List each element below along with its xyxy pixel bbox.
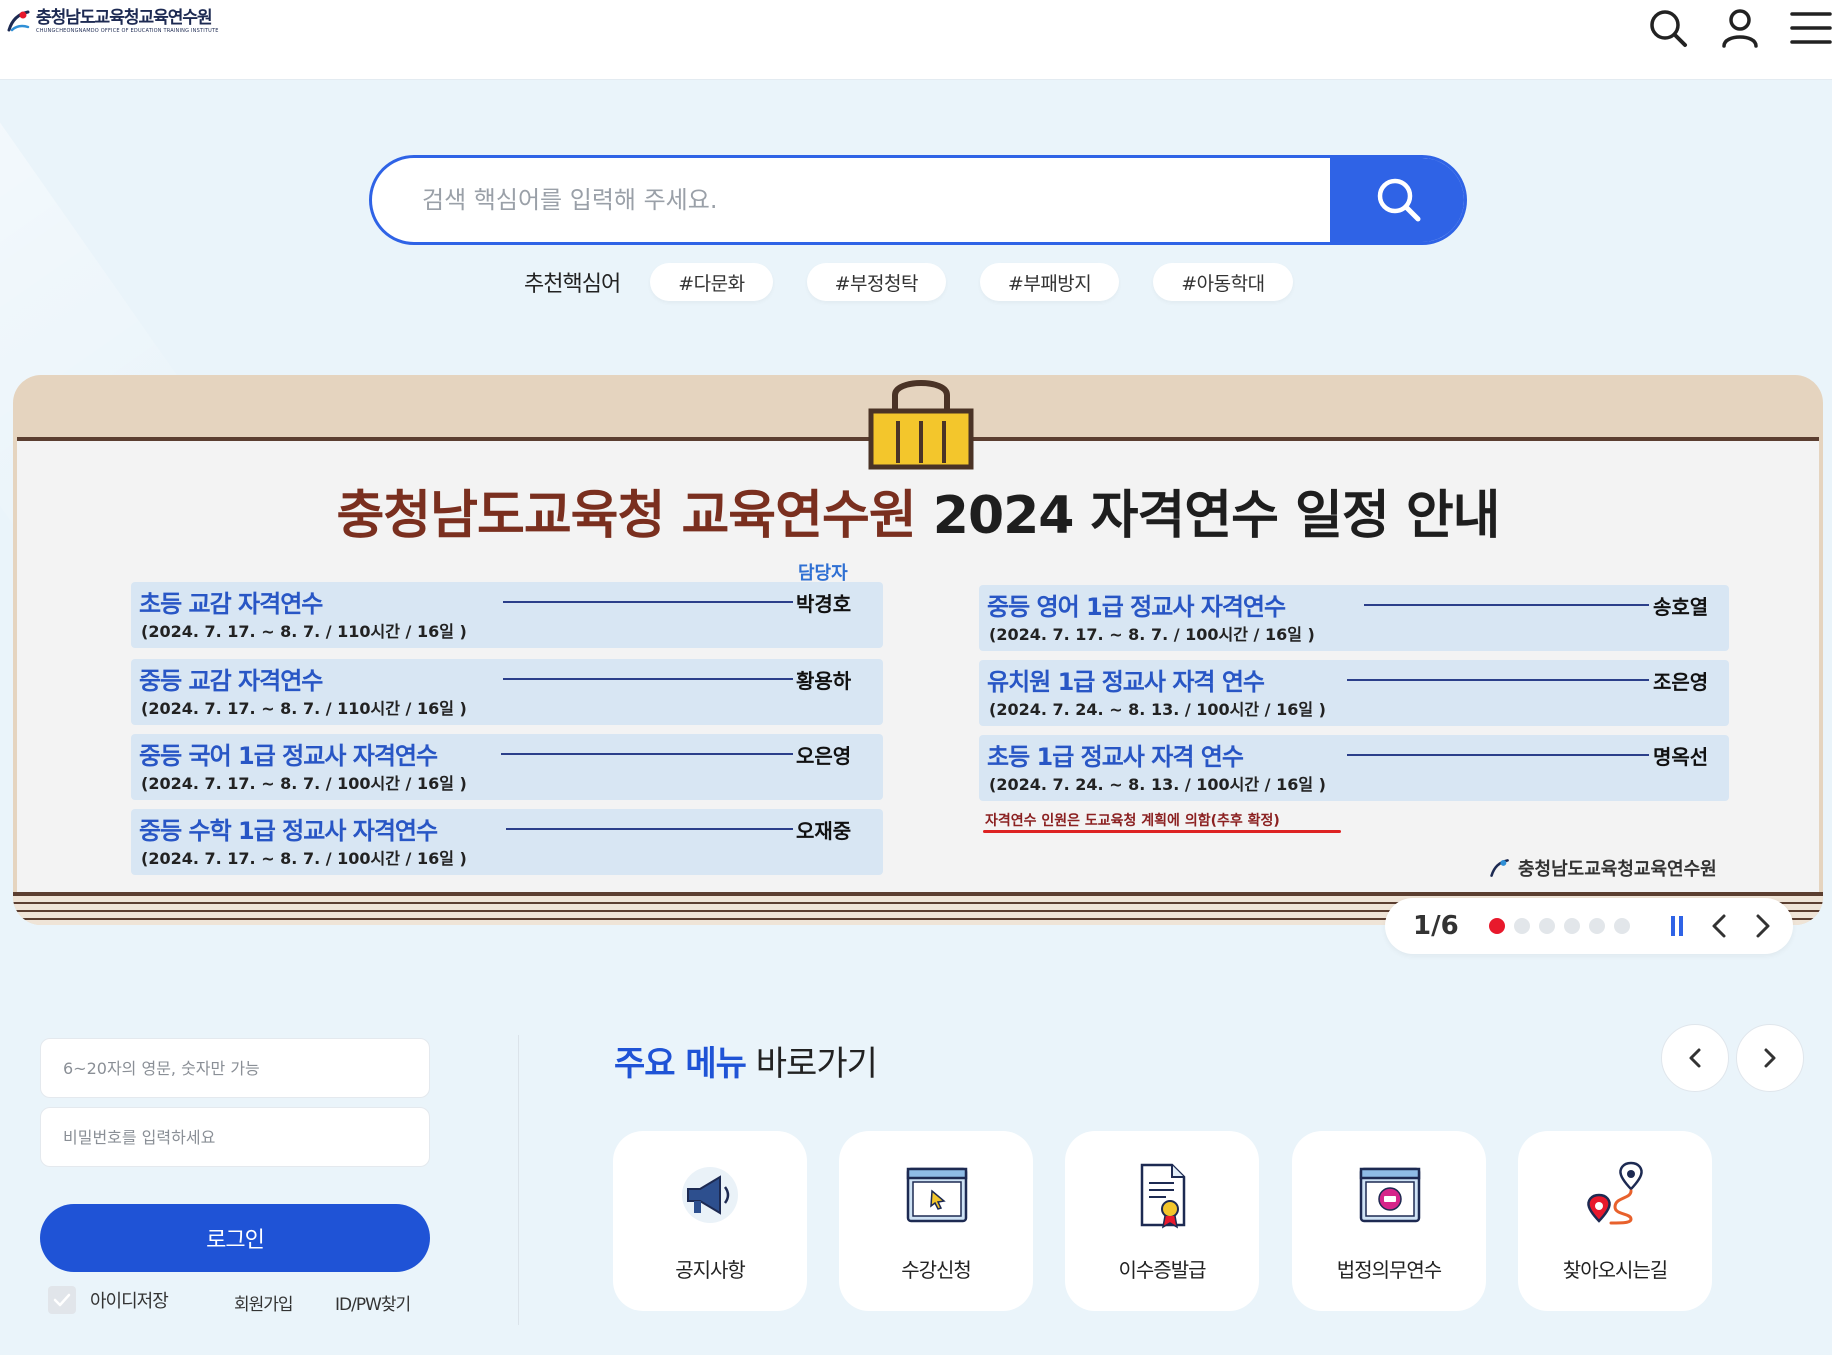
slide-dots (1489, 918, 1630, 934)
megaphone-icon (682, 1167, 738, 1223)
legal-badge-icon (1359, 1167, 1421, 1223)
slide-dot[interactable] (1489, 918, 1505, 934)
header-menu-icon[interactable] (1789, 6, 1832, 50)
site-logo[interactable]: 충청남도교육청교육연수원 CHUNGCHEONGNAMDO OFFICE OF … (6, 8, 219, 35)
slide-dot[interactable] (1564, 918, 1580, 934)
login-password-input[interactable] (40, 1107, 430, 1167)
keyword-chip[interactable]: #부정청탁 (806, 263, 946, 301)
header-user-icon[interactable] (1718, 6, 1762, 50)
search-box (369, 155, 1467, 245)
slider-prev-button[interactable] (1702, 906, 1736, 946)
pause-icon (1671, 916, 1683, 936)
signup-link[interactable]: 회원가입 (234, 1290, 294, 1315)
search-input[interactable] (422, 158, 1282, 242)
logo-mark-icon (7, 10, 30, 32)
save-id-row: 아이디저장 (48, 1286, 169, 1314)
chevron-right-icon (1756, 914, 1770, 938)
slider-pause-button[interactable] (1660, 906, 1694, 946)
menu-next-button[interactable] (1736, 1024, 1804, 1092)
note-underline (983, 830, 1341, 833)
menu-card-certificate[interactable]: 이수증발급 (1065, 1131, 1259, 1311)
recommended-keywords: 추천핵심어 #다문화 #부정청탁 #부패방지 #아동학대 (524, 262, 1327, 302)
route-pin-icon (1587, 1161, 1643, 1225)
check-icon (53, 1293, 71, 1307)
keyword-chip[interactable]: #부패방지 (979, 263, 1120, 301)
slider-controls: 1/6 (1385, 898, 1793, 954)
main-banner-slide[interactable]: 충청남도교육청 교육연수원 2024 자격연수 일정 안내 담당자 초등 교감 … (13, 375, 1823, 925)
search-button[interactable] (1330, 158, 1464, 242)
menu-card-enroll[interactable]: 수강신청 (839, 1131, 1033, 1311)
find-idpw-link[interactable]: ID/PW찾기 (335, 1290, 411, 1315)
menu-card-directions[interactable]: 찾아오시는길 (1518, 1131, 1712, 1311)
course-item: 중등 교감 자격연수 (2024. 7. 17. ~ 8. 7. / 110시간… (131, 659, 883, 725)
menu-card-notice[interactable]: 공지사항 (613, 1131, 807, 1311)
keywords-label: 추천핵심어 (524, 272, 621, 297)
binder-clip-icon (868, 380, 974, 470)
chevron-right-icon (1764, 1048, 1776, 1068)
slide-dot[interactable] (1614, 918, 1630, 934)
logo-title: 충청남도교육청교육연수원 (36, 8, 213, 28)
keyword-chip[interactable]: #다문화 (650, 263, 773, 301)
save-id-label: 아이디저장 (90, 1291, 169, 1312)
course-item: 중등 수학 1급 정교사 자격연수 (2024. 7. 17. ~ 8. 7. … (131, 809, 883, 875)
org-logo-icon (1490, 859, 1509, 877)
slide-dot[interactable] (1514, 918, 1530, 934)
course-item: 초등 1급 정교사 자격 연수 (2024. 7. 24. ~ 8. 13. /… (979, 735, 1729, 801)
banner-note: 자격연수 인원은 도교육청 계획에 의함(추후 확정) (985, 813, 1280, 829)
login-id-input[interactable] (40, 1038, 430, 1098)
course-item: 중등 국어 1급 정교사 자격연수 (2024. 7. 17. ~ 8. 7. … (131, 734, 883, 800)
menu-prev-button[interactable] (1661, 1024, 1729, 1092)
chevron-left-icon (1712, 914, 1726, 938)
banner-title: 충청남도교육청 교육연수원 2024 자격연수 일정 안내 (336, 486, 1500, 546)
slide-dot[interactable] (1589, 918, 1605, 934)
course-item: 중등 영어 1급 정교사 자격연수 (2024. 7. 17. ~ 8. 7. … (979, 585, 1729, 651)
section-divider (518, 1035, 519, 1325)
course-item: 초등 교감 자격연수 (2024. 7. 17. ~ 8. 7. / 110시간… (131, 582, 883, 648)
banner-org: 충청남도교육청교육연수원 (1488, 855, 1717, 881)
site-header: 충청남도교육청교육연수원 CHUNGCHEONGNAMDO OFFICE OF … (0, 0, 1832, 80)
slider-next-button[interactable] (1746, 906, 1780, 946)
search-icon (1377, 178, 1420, 222)
slide-pager: 1/6 (1413, 911, 1459, 941)
cursor-window-icon (906, 1167, 968, 1223)
keyword-chip[interactable]: #아동학대 (1153, 263, 1293, 301)
chevron-left-icon (1689, 1048, 1701, 1068)
login-button[interactable]: 로그인 (40, 1204, 430, 1272)
course-item: 유치원 1급 정교사 자격 연수 (2024. 7. 24. ~ 8. 13. … (979, 660, 1729, 726)
save-id-checkbox[interactable] (48, 1286, 76, 1314)
logo-subtitle: CHUNGCHEONGNAMDO OFFICE OF EDUCATION TRA… (36, 28, 219, 34)
certificate-icon (1140, 1163, 1186, 1229)
menu-card-legal-training[interactable]: 법정의무연수 (1292, 1131, 1486, 1311)
header-search-icon[interactable] (1646, 6, 1690, 50)
slide-dot[interactable] (1539, 918, 1555, 934)
main-menu-title: 주요 메뉴 바로가기 (614, 1044, 878, 1084)
